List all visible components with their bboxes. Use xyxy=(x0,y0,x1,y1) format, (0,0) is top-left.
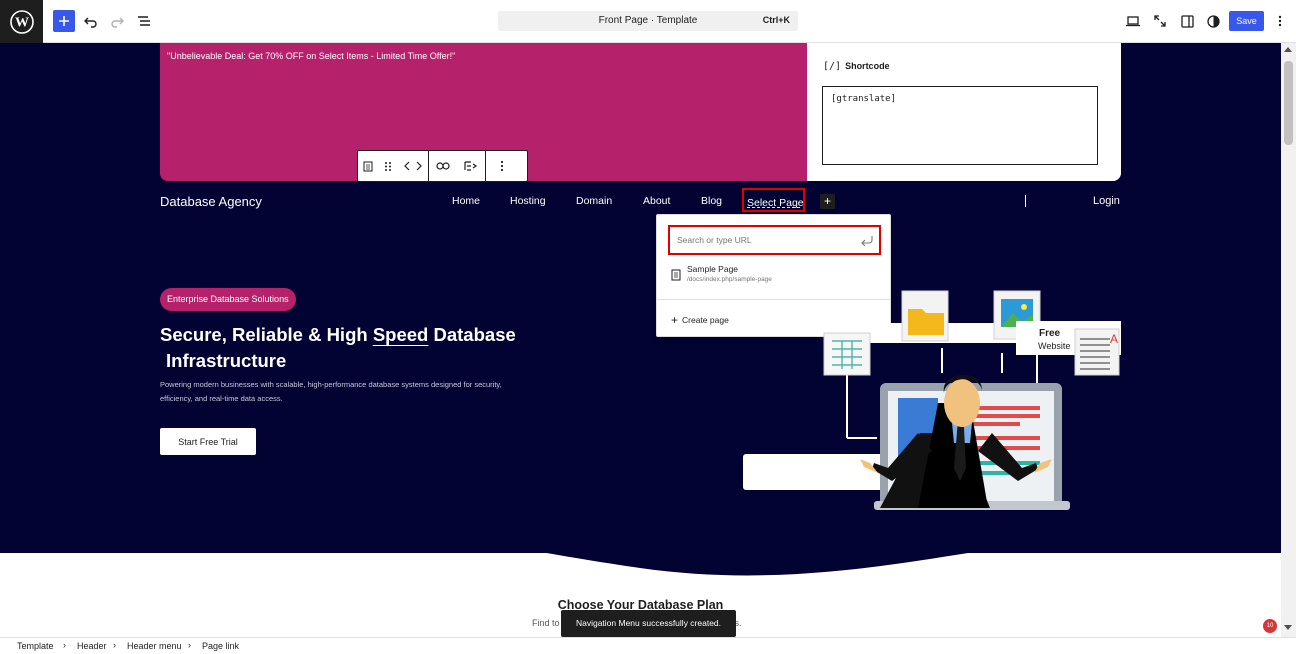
submit-enter-icon[interactable] xyxy=(861,233,873,251)
nav-item-blog[interactable]: Blog xyxy=(701,195,722,207)
login-link[interactable]: Login xyxy=(1093,195,1120,207)
hero-subtext[interactable]: Powering modern businesses with scalable… xyxy=(160,378,505,406)
start-free-trial-button[interactable]: Start Free Trial xyxy=(160,428,256,455)
drag-handle-icon[interactable] xyxy=(378,151,398,181)
view-page-icon[interactable] xyxy=(1149,10,1171,32)
site-title[interactable]: Database Agency xyxy=(160,194,262,209)
headline-part: Secure, Reliable & High xyxy=(160,324,368,345)
chevron-right-icon: › xyxy=(188,640,191,650)
svg-text:A: A xyxy=(1110,332,1118,346)
shortcode-textarea[interactable]: [gtranslate] xyxy=(822,86,1098,165)
nav-item-page-link-selected[interactable]: Select Page xyxy=(742,188,805,212)
suggestion-url: /docs/index.php/sample-page xyxy=(687,276,772,283)
save-button[interactable]: Save xyxy=(1229,11,1264,31)
more-options-icon[interactable] xyxy=(486,151,518,181)
scroll-down-icon[interactable] xyxy=(1284,625,1292,630)
nav-item-domain[interactable]: Domain xyxy=(576,195,612,207)
styles-icon[interactable] xyxy=(1202,10,1224,32)
headline-line2: Infrastructure xyxy=(166,350,287,371)
create-page-button[interactable]: + Create page xyxy=(671,312,729,327)
move-left-right-icon[interactable] xyxy=(398,151,428,181)
plans-subtitle-left[interactable]: Find to xyxy=(532,618,560,628)
svg-text:W: W xyxy=(15,15,29,30)
breadcrumb-header-menu[interactable]: Header menu xyxy=(127,641,182,651)
block-toolbar-group xyxy=(358,151,429,181)
breadcrumb-page-link: Page link xyxy=(202,641,240,651)
canvas-scrollbar[interactable] xyxy=(1281,43,1296,637)
block-breadcrumb: Template › Header › Header menu › Page l… xyxy=(0,637,1296,654)
document-overview-icon[interactable] xyxy=(133,10,155,32)
device-preview-icon[interactable] xyxy=(1122,10,1144,32)
chevron-right-icon: › xyxy=(63,640,66,650)
block-inserter-button[interactable] xyxy=(53,10,75,32)
illustration-website-label: Website xyxy=(1038,341,1071,351)
document-title: Front Page · Template xyxy=(598,15,698,26)
notification-badge[interactable]: 10 xyxy=(1263,619,1277,633)
breadcrumb-header[interactable]: Header xyxy=(77,641,107,651)
snackbar-notice[interactable]: Navigation Menu successfully created. xyxy=(561,610,736,637)
plus-icon: + xyxy=(671,313,679,327)
link-icon[interactable] xyxy=(429,151,457,181)
command-palette-bar[interactable]: Front Page · Template Ctrl+K xyxy=(498,11,798,31)
redo-icon[interactable] xyxy=(106,10,128,32)
create-page-label: Create page xyxy=(682,315,729,325)
block-toolbar-group xyxy=(486,151,518,181)
options-menu-icon[interactable] xyxy=(1269,10,1291,32)
site-editor: W Front Page · Template Ctrl+K Save "Unb… xyxy=(0,0,1296,654)
add-nav-item-button[interactable]: + xyxy=(820,194,835,209)
hero-headline[interactable]: Secure, Reliable & High Speed Database I… xyxy=(160,322,580,374)
nav-item-about[interactable]: About xyxy=(643,195,670,207)
chevron-right-icon: › xyxy=(113,640,116,650)
hero-badge[interactable]: Enterprise Database Solutions xyxy=(160,288,296,311)
editor-canvas[interactable]: "Unbelievable Deal: Get 70% OFF on Selec… xyxy=(0,43,1281,637)
block-toolbar xyxy=(357,150,528,182)
page-link-block-icon[interactable] xyxy=(358,151,378,181)
headline-part: Database xyxy=(433,324,516,345)
link-search-input[interactable] xyxy=(672,229,855,251)
nav-item-page-link-label: Select Page xyxy=(747,197,804,209)
shortcode-header: [/] Shortcode xyxy=(823,61,890,72)
nav-divider xyxy=(1025,195,1026,207)
suggestion-title: Sample Page xyxy=(687,264,739,274)
promo-text[interactable]: "Unbelievable Deal: Get 70% OFF on Selec… xyxy=(167,51,455,61)
settings-sidebar-icon[interactable] xyxy=(1176,10,1198,32)
scroll-up-icon[interactable] xyxy=(1284,47,1292,52)
page-icon xyxy=(671,268,681,286)
breadcrumb-template[interactable]: Template xyxy=(17,641,54,651)
block-toolbar-group xyxy=(429,151,486,181)
illustration-free-label: Free xyxy=(1039,328,1061,339)
headline-highlight: Speed xyxy=(372,324,429,345)
editor-toolbar: W Front Page · Template Ctrl+K Save xyxy=(0,0,1296,43)
shortcode-icon: [/] xyxy=(823,61,842,72)
undo-icon[interactable] xyxy=(80,10,102,32)
keyboard-shortcut: Ctrl+K xyxy=(762,15,790,25)
wordpress-logo-icon[interactable]: W xyxy=(0,0,43,43)
businessman-illustration: A xyxy=(743,290,1121,510)
link-search-field[interactable] xyxy=(668,225,881,255)
hero-wave-divider xyxy=(0,523,1281,576)
add-submenu-icon[interactable] xyxy=(457,151,485,181)
nav-item-hosting[interactable]: Hosting xyxy=(510,195,546,207)
shortcode-block[interactable]: [/] Shortcode [gtranslate] xyxy=(807,43,1121,181)
nav-item-home[interactable]: Home xyxy=(452,195,480,207)
shortcode-title: Shortcode xyxy=(845,61,890,71)
scrollbar-thumb[interactable] xyxy=(1284,61,1293,145)
